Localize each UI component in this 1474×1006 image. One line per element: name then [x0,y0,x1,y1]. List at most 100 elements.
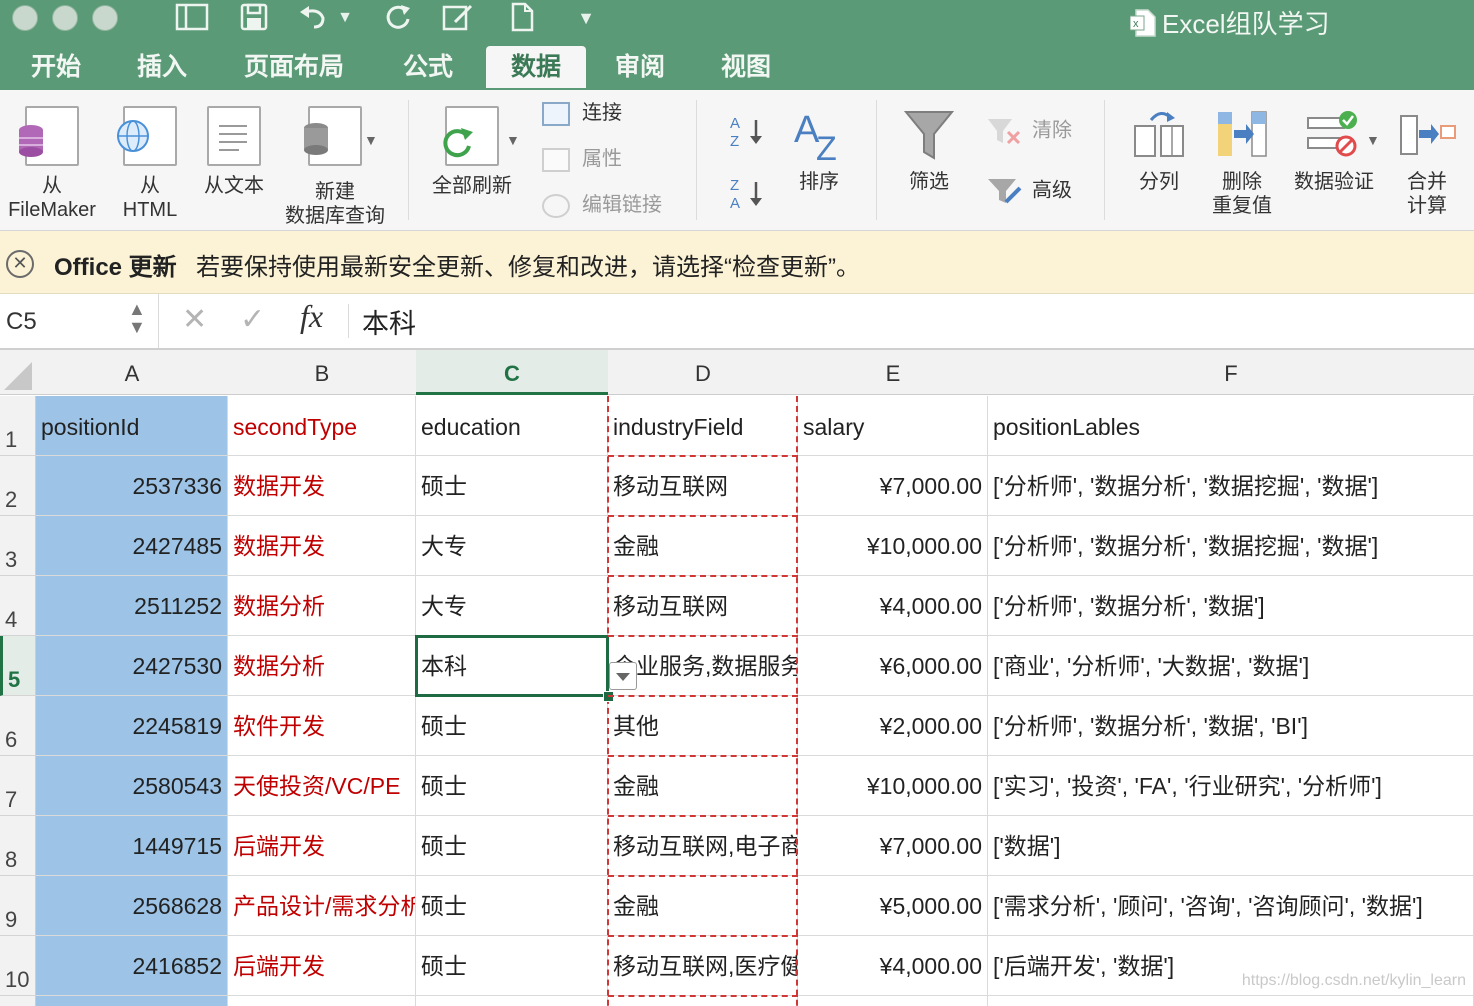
remove-duplicates-button[interactable]: 删除 重复值 [1204,106,1280,218]
save-icon[interactable] [236,2,272,34]
row-header-3[interactable]: 3 [0,516,36,576]
minimize-window-button[interactable] [52,5,78,31]
row-header-10[interactable]: 10 [0,936,36,996]
from-text-button[interactable]: 从文本 [196,106,272,198]
cell-f4[interactable]: ['分析师', '数据分析', '数据'] [988,576,1474,636]
cell-e2[interactable]: ¥7,000.00 [798,456,988,516]
new-document-icon[interactable] [504,2,540,34]
cell-d6[interactable]: 其他 [608,696,798,756]
properties-button[interactable]: 属性 [542,146,622,172]
from-html-button[interactable]: 从 HTML [110,106,190,222]
cell-a8[interactable]: 1449715 [36,816,228,876]
cell-b8[interactable]: 后端开发 [228,816,416,876]
cell-d10[interactable]: 移动互联网,医疗健康 [608,936,798,996]
sort-ascending-icon[interactable]: AZ [728,112,768,152]
text-to-columns-button[interactable]: 分列 [1124,106,1194,194]
cell-c6[interactable]: 硕士 [416,696,608,756]
sidebar-toggle-icon[interactable] [174,2,210,34]
refresh-dropdown-icon[interactable]: ▼ [506,128,520,152]
cell-d9[interactable]: 金融 [608,876,798,936]
column-header-d[interactable]: D [608,350,799,395]
cell-b2[interactable]: 数据开发 [228,456,416,516]
filter-button[interactable]: 筛选 [896,106,962,194]
cell-a2[interactable]: 2537336 [36,456,228,516]
tab-page-layout[interactable]: 页面布局 [232,46,356,88]
cell-a6[interactable]: 2245819 [36,696,228,756]
row-header-5[interactable]: 5 [0,636,36,696]
column-header-f[interactable]: F [988,350,1474,395]
close-message-icon[interactable]: ✕ [6,250,34,278]
customize-toolbar-icon[interactable]: ▼ [568,2,604,34]
cell-e4[interactable]: ¥4,000.00 [798,576,988,636]
cell-f5[interactable]: ['商业', '分析师', '大数据', '数据'] [988,636,1474,696]
cell-b3[interactable]: 数据开发 [228,516,416,576]
row-header-9[interactable]: 9 [0,876,36,936]
cell-c4[interactable]: 大专 [416,576,608,636]
column-header-b[interactable]: B [228,350,417,395]
from-filemaker-button[interactable]: 从 FileMaker [2,106,102,222]
cell-c10[interactable]: 硕士 [416,936,608,996]
cell-d2[interactable]: 移动互联网 [608,456,798,516]
cell-b10[interactable]: 后端开发 [228,936,416,996]
cell-e9[interactable]: ¥5,000.00 [798,876,988,936]
cell-empty[interactable] [416,996,608,1006]
cell-a4[interactable]: 2511252 [36,576,228,636]
row-header-6[interactable]: 6 [0,696,36,756]
cell-c3[interactable]: 大专 [416,516,608,576]
advanced-filter-button[interactable]: 高级 [986,176,1072,206]
paste-options-button[interactable] [609,662,637,690]
cell-e7[interactable]: ¥10,000.00 [798,756,988,816]
confirm-edit-icon[interactable]: ✓ [240,302,265,337]
zoom-window-button[interactable] [92,5,118,31]
row-header[interactable] [0,996,36,1006]
edit-sheet-icon[interactable] [440,2,476,34]
cell-c2[interactable]: 硕士 [416,456,608,516]
tab-view[interactable]: 视图 [708,46,784,88]
cell-empty[interactable] [798,996,988,1006]
row-header-2[interactable]: 2 [0,456,36,516]
cell-b4[interactable]: 数据分析 [228,576,416,636]
edit-links-button[interactable]: 编辑链接 [542,192,662,218]
data-validation-dropdown-icon[interactable]: ▼ [1366,128,1380,152]
cell-f1[interactable]: positionLables [988,396,1474,456]
tab-formulas[interactable]: 公式 [390,46,466,88]
cell-a5[interactable]: 2427530 [36,636,228,696]
cell-e10[interactable]: ¥4,000.00 [798,936,988,996]
cell-a1[interactable]: positionId [36,396,228,456]
cell-b7[interactable]: 天使投资/VC/PE [228,756,416,816]
cell-c8[interactable]: 硕士 [416,816,608,876]
cell-empty[interactable] [36,996,228,1006]
tab-home[interactable]: 开始 [18,46,94,88]
column-header-a[interactable]: A [36,350,229,395]
sort-descending-icon[interactable]: ZA [728,174,768,214]
row-header-8[interactable]: 8 [0,816,36,876]
column-header-c[interactable]: C [416,350,609,395]
cell-c1[interactable]: education [416,396,608,456]
new-query-dropdown-icon[interactable]: ▼ [364,128,378,152]
cell-d4[interactable]: 移动互联网 [608,576,798,636]
cell-empty[interactable] [608,996,798,1006]
row-header-1[interactable]: 1 [0,396,36,456]
refresh-all-button[interactable]: ▼ 全部刷新 [422,106,522,198]
cell-d1[interactable]: industryField [608,396,798,456]
cell-d8[interactable]: 移动互联网,电子商务 [608,816,798,876]
cell-f9[interactable]: ['需求分析', '顾问', '咨询', '咨询顾问', '数据'] [988,876,1474,936]
cell-a7[interactable]: 2580543 [36,756,228,816]
cell-f8[interactable]: ['数据'] [988,816,1474,876]
tab-insert[interactable]: 插入 [124,46,200,88]
cell-e3[interactable]: ¥10,000.00 [798,516,988,576]
column-header-e[interactable]: E [798,350,989,395]
cell-b5[interactable]: 数据分析 [228,636,416,696]
redo-icon[interactable] [380,2,416,34]
cell-b6[interactable]: 软件开发 [228,696,416,756]
name-box-stepper-icon[interactable]: ▲ ▼ [128,300,146,336]
cell-d7[interactable]: 金融 [608,756,798,816]
select-all-corner[interactable] [0,350,37,395]
close-window-button[interactable] [12,5,38,31]
cell-f6[interactable]: ['分析师', '数据分析', '数据', 'BI'] [988,696,1474,756]
undo-icon[interactable] [296,2,332,34]
tab-review[interactable]: 审阅 [602,46,678,88]
cell-f3[interactable]: ['分析师', '数据分析', '数据挖掘', '数据'] [988,516,1474,576]
cancel-edit-icon[interactable]: ✕ [182,302,207,337]
cell-e5[interactable]: ¥6,000.00 [798,636,988,696]
